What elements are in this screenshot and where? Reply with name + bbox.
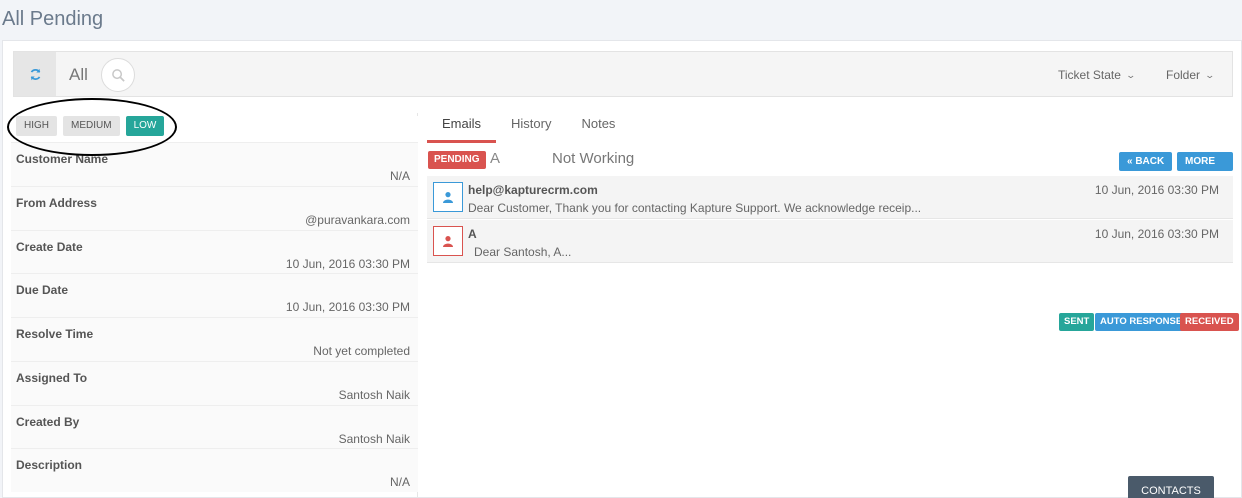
detail-label: Resolve Time — [16, 327, 94, 341]
detail-value: 10 Jun, 2016 03:30 PM — [285, 300, 410, 314]
refresh-button[interactable] — [14, 52, 56, 96]
detail-description: Description N/A — [11, 448, 418, 492]
legend-sent-badge: SENT — [1059, 313, 1095, 331]
email-preview: Dear Santosh, A... — [474, 245, 572, 259]
tab-notes[interactable]: Notes — [566, 113, 630, 143]
detail-value: N/A — [389, 475, 410, 489]
tab-history[interactable]: History — [496, 113, 566, 143]
detail-resolve-time: Resolve Time Not yet completed — [11, 317, 418, 361]
detail-due-date: Due Date 10 Jun, 2016 03:30 PM — [11, 273, 418, 317]
detail-label: Description — [16, 458, 83, 472]
detail-value: Not yet completed — [313, 344, 410, 358]
chevron-down-icon: ⌄ — [1204, 69, 1216, 80]
detail-assigned-to: Assigned To Santosh Naik — [11, 361, 418, 405]
detail-value: @puravankara.com — [305, 213, 410, 227]
legend-auto-response-badge: AUTO RESPONSE — [1095, 313, 1188, 331]
refresh-icon — [30, 68, 40, 80]
detail-label: Created By — [16, 415, 80, 429]
user-icon — [433, 226, 463, 256]
tab-emails[interactable]: Emails — [427, 113, 497, 143]
back-button[interactable]: « BACK — [1119, 152, 1173, 171]
ticket-header: PENDING A Not Working « BACK MORE ⌄ — [427, 149, 1233, 186]
folder-dropdown[interactable]: Folder ⌄ — [1166, 68, 1216, 82]
email-date: 10 Jun, 2016 03:30 PM — [1094, 183, 1219, 197]
detail-label: Due Date — [16, 283, 69, 297]
email-item[interactable]: A Dear Santosh, A... 10 Jun, 2016 03:30 … — [427, 220, 1233, 263]
ticket-state-dropdown[interactable]: Ticket State ⌄ — [1058, 68, 1136, 82]
toolbar: All Ticket State ⌄ Folder ⌄ — [13, 51, 1233, 97]
detail-from-address: From Address @puravankara.com — [11, 186, 418, 230]
more-button[interactable]: MORE ⌄ — [1177, 152, 1233, 186]
detail-label: Create Date — [16, 240, 83, 254]
email-item[interactable]: help@kapturecrm.com Dear Customer, Thank… — [427, 176, 1233, 219]
user-icon — [433, 182, 463, 212]
detail-value: N/A — [389, 169, 410, 183]
detail-label: From Address — [16, 196, 97, 210]
email-preview: Dear Customer, Thank you for contacting … — [468, 201, 922, 215]
highlight-ellipse — [7, 98, 177, 156]
search-icon — [111, 68, 125, 82]
chevron-down-icon: ⌄ — [1125, 69, 1136, 80]
detail-value: Santosh Naik — [338, 388, 410, 402]
detail-value: Santosh Naik — [338, 432, 410, 446]
filter-all-label[interactable]: All — [69, 65, 88, 85]
folder-label: Folder — [1166, 68, 1201, 82]
ticket-conversation: Emails History Notes PENDING A Not Worki… — [427, 113, 1239, 498]
detail-create-date: Create Date 10 Jun, 2016 03:30 PM — [11, 230, 418, 274]
email-date: 10 Jun, 2016 03:30 PM — [1094, 227, 1219, 241]
detail-value: 10 Jun, 2016 03:30 PM — [285, 257, 410, 271]
ticket-subject-prefix: A — [490, 150, 501, 167]
ticket-state-label: Ticket State — [1058, 68, 1121, 82]
email-from: A — [468, 227, 477, 241]
detail-label: Assigned To — [16, 371, 88, 385]
email-from: help@kapturecrm.com — [468, 183, 598, 197]
legend-received-badge: RECEIVED — [1180, 313, 1239, 331]
ticket-details: Customer Name N/A HIGH MEDIUM LOW From A… — [7, 98, 418, 498]
search-button[interactable] — [101, 58, 135, 92]
detail-created-by: Created By Santosh Naik — [11, 405, 418, 449]
page-title: All Pending — [2, 8, 104, 30]
ticket-subject: Not Working — [552, 150, 635, 167]
main-panel: All Ticket State ⌄ Folder ⌄ Customer Nam… — [2, 40, 1242, 498]
tab-bar: Emails History Notes — [427, 113, 630, 143]
contacts-button[interactable]: CONTACTS — [1128, 476, 1214, 498]
status-badge: PENDING — [428, 151, 486, 169]
